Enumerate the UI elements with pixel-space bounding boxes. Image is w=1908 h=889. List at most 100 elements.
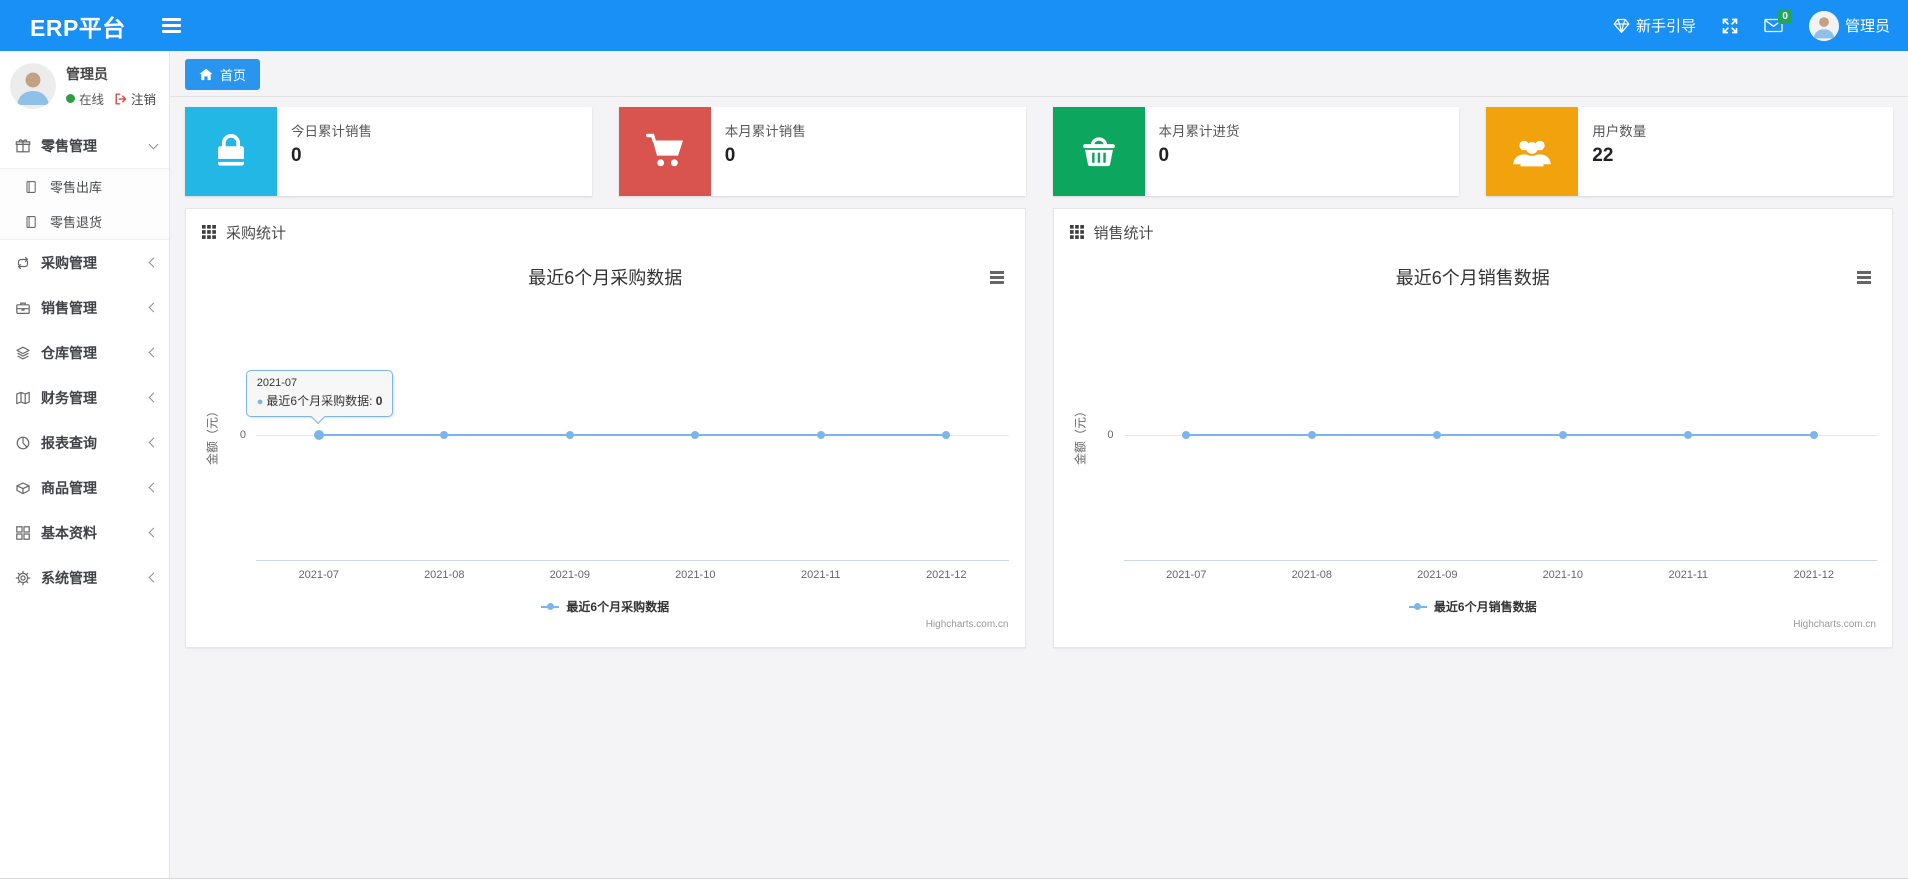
gear-icon: [15, 570, 37, 586]
cart-icon: [642, 129, 688, 175]
chevron-left-icon: [148, 572, 159, 583]
legend-marker-icon: [541, 603, 560, 610]
x-axis-tick-label: 2021-07: [298, 569, 339, 581]
data-point[interactable]: [942, 431, 951, 439]
data-point[interactable]: [313, 430, 324, 440]
data-point[interactable]: [691, 431, 700, 439]
main-content: 首页 今日累计销售 0 本月累计销售 0 本月累计进货 0 用户数量 22 采购…: [170, 51, 1908, 878]
home-icon: [199, 68, 213, 81]
highcharts-credit-link[interactable]: Highcharts.com.cn: [1793, 619, 1876, 630]
sidebar-item-retail[interactable]: 零售管理: [0, 123, 169, 168]
guide-button[interactable]: 新手引导: [1613, 15, 1696, 36]
x-axis-tick-label: 2021-10: [1542, 569, 1583, 581]
repeat-icon: [15, 255, 37, 271]
stat-card-value: 0: [291, 145, 302, 166]
fullscreen-button[interactable]: [1722, 18, 1738, 34]
x-axis-tick-label: 2021-08: [1291, 569, 1332, 581]
sidebar-item-label: 商品管理: [41, 479, 97, 496]
data-point[interactable]: [440, 431, 449, 439]
sidebar-item-purchase[interactable]: 采购管理: [0, 240, 169, 285]
app-brand[interactable]: ERP平台: [0, 9, 154, 43]
sidebar-item-retail-return[interactable]: 零售退货: [0, 204, 169, 239]
sidebar-item-retail-outbound[interactable]: 零售出库: [0, 169, 169, 204]
avatar: [10, 63, 56, 109]
shopping-bag-icon: [208, 129, 254, 175]
sidebar-item-warehouse[interactable]: 仓库管理: [0, 330, 169, 375]
data-point[interactable]: [1182, 431, 1191, 439]
chart-title: 最近6个月销售数据: [1395, 268, 1550, 288]
data-point[interactable]: [816, 431, 825, 439]
retail-submenu: 零售出库 零售退货: [0, 168, 169, 240]
x-axis-tick-label: 2021-09: [549, 569, 590, 581]
sidebar-item-label: 销售管理: [41, 299, 97, 316]
user-panel: 管理员 在线 注销: [0, 51, 169, 123]
tab-label: 首页: [220, 68, 247, 83]
sidebar-user-name: 管理员: [66, 66, 108, 82]
chevron-left-icon: [148, 257, 159, 268]
sales-chart: 最近6个月销售数据 金额（元） 0 2021-07 2021-08 2021-09 2021…: [1054, 252, 1893, 638]
x-axis-tick-label: 2021-12: [1793, 569, 1834, 581]
stat-card-value: 0: [724, 145, 736, 166]
sidebar-item-finance[interactable]: 财务管理: [0, 375, 169, 420]
x-axis-line: [256, 560, 1009, 561]
stat-card-title: 本月累计进货: [1158, 124, 1240, 139]
mail-count-badge: 0: [1778, 10, 1792, 24]
chart-panels-row: 采购统计 最近6个月采购数据 金额（元） 0 2021-07 2021-08 2021-0…: [170, 196, 1908, 648]
stat-cards-row: 今日累计销售 0 本月累计销售 0 本月累计进货 0 用户数量 22: [170, 97, 1908, 196]
tooltip-value-row: ● 最近6个月采购数据: 0: [256, 394, 383, 408]
sidebar-item-label: 仓库管理: [41, 344, 97, 361]
data-point[interactable]: [565, 431, 574, 439]
chart-context-menu-button[interactable]: [987, 268, 1007, 287]
sidebar-item-sales[interactable]: 销售管理: [0, 285, 169, 330]
purchase-stats-panel: 采购统计 最近6个月采购数据 金额（元） 0 2021-07 2021-08 2021-0…: [185, 208, 1026, 648]
highcharts-credit-link[interactable]: Highcharts.com.cn: [926, 619, 1009, 630]
chart-title: 最近6个月采购数据: [528, 268, 683, 288]
logout-button[interactable]: 注销: [114, 89, 156, 108]
sign-out-icon: [114, 92, 128, 106]
data-point[interactable]: [1307, 431, 1316, 439]
chart-legend-item[interactable]: 最近6个月销售数据: [1054, 598, 1893, 615]
chevron-down-icon: [148, 139, 159, 149]
data-point[interactable]: [1558, 431, 1567, 439]
data-point[interactable]: [1684, 431, 1693, 439]
sidebar-item-label: 系统管理: [41, 569, 97, 586]
logout-label: 注销: [131, 93, 157, 107]
data-point[interactable]: [1809, 431, 1818, 439]
sidebar-toggle-button[interactable]: [154, 10, 189, 41]
gem-icon: [1613, 18, 1630, 34]
tab-home[interactable]: 首页: [185, 59, 261, 90]
briefcase-icon: [15, 300, 37, 316]
y-axis-tick-label: 0: [1107, 429, 1114, 441]
sidebar-item-goods[interactable]: 商品管理: [0, 465, 169, 510]
stat-card-title: 今日累计销售: [291, 124, 372, 139]
top-navbar: ERP平台 新手引导 0 管理员: [0, 0, 1908, 51]
sidebar-item-label: 基本资料: [41, 524, 97, 541]
chart-legend-item[interactable]: 最近6个月采购数据: [186, 598, 1025, 615]
sidebar-item-reports[interactable]: 报表查询: [0, 420, 169, 465]
online-status-label: 在线: [79, 93, 105, 107]
layers-icon: [15, 345, 37, 361]
sidebar-item-system[interactable]: 系统管理: [0, 555, 169, 600]
user-menu[interactable]: 管理员: [1808, 10, 1890, 41]
sales-stats-panel: 销售统计 最近6个月销售数据 金额（元） 0 2021-07 2021-08 2021-0…: [1052, 208, 1893, 648]
sidebar-item-label: 财务管理: [41, 389, 97, 406]
data-point[interactable]: [1433, 431, 1442, 439]
messages-button[interactable]: 0: [1764, 10, 1792, 33]
x-axis-line: [1123, 560, 1877, 561]
sidebar: 管理员 在线 注销 零售管理 零售出库 零售退货 采购管理 销售管理 仓库管理 …: [0, 51, 170, 878]
chevron-left-icon: [148, 392, 159, 403]
x-axis-tick-label: 2021-12: [926, 569, 967, 581]
sidebar-item-basic-data[interactable]: 基本资料: [0, 510, 169, 555]
chevron-left-icon: [148, 437, 159, 448]
chart-tooltip: 2021-07 ● 最近6个月采购数据: 0: [245, 370, 394, 424]
sidebar-item-label: 采购管理: [41, 254, 97, 271]
expand-icon: [1722, 18, 1738, 34]
th-grid-icon: [1069, 225, 1085, 240]
chevron-left-icon: [148, 482, 159, 493]
tooltip-series-dot-icon: ●: [256, 396, 264, 408]
chart-context-menu-button[interactable]: [1854, 268, 1874, 287]
stat-card-value: 22: [1592, 145, 1614, 166]
purchase-chart: 最近6个月采购数据 金额（元） 0 2021-07 2021-08 2021-09 2021…: [186, 252, 1025, 638]
stat-card-month-sales: 本月累计销售 0: [618, 107, 1026, 196]
x-axis-tick-label: 2021-11: [1668, 569, 1709, 581]
